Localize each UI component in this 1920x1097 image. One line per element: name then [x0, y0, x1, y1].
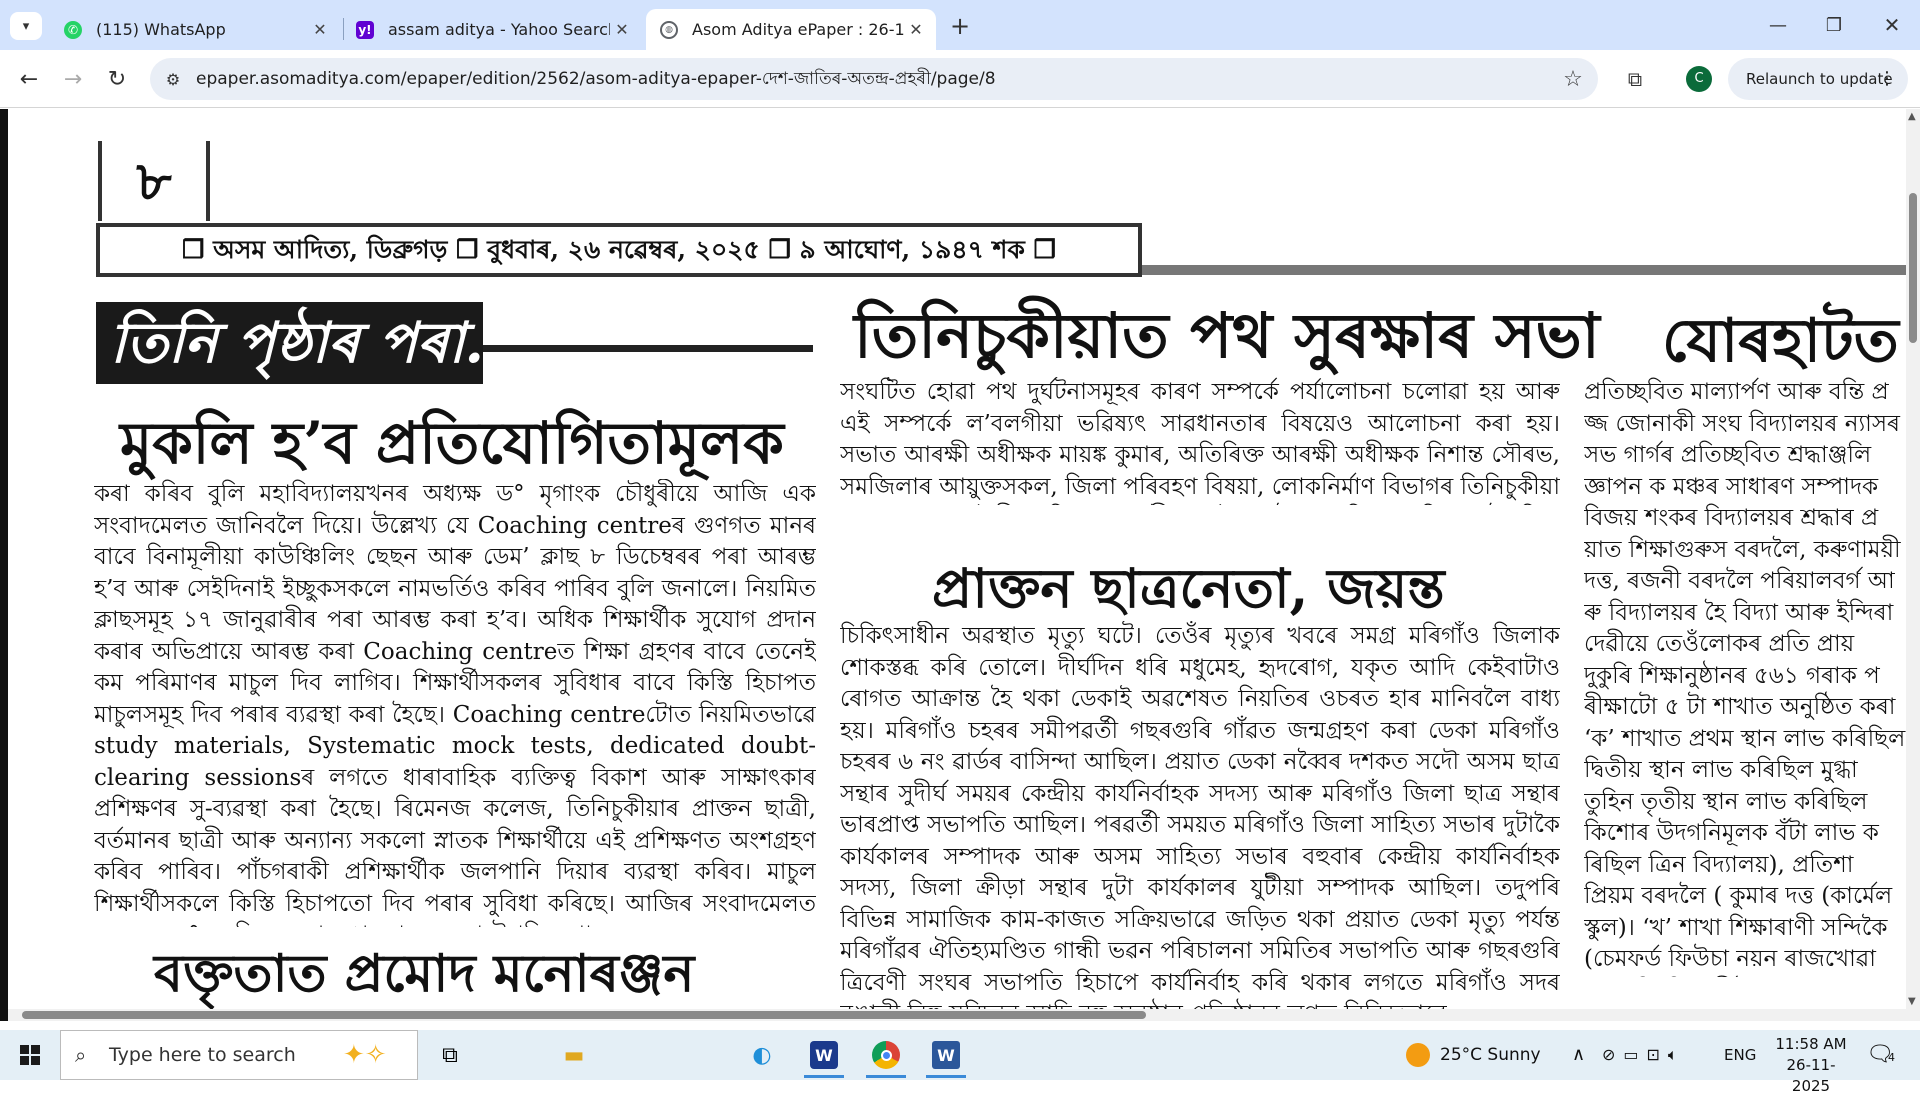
- windows-start-icon[interactable]: [10, 1038, 50, 1072]
- col2-body-2: চিকিৎসাধীন অৱস্থাত মৃত্যু ঘটে। তেওঁৰ মৃত…: [840, 623, 1560, 1009]
- word-icon[interactable]: W: [918, 1030, 974, 1080]
- search-icon: ⌕: [75, 1043, 87, 1067]
- windows-logo: [20, 1045, 40, 1065]
- epaper-page: ৮ ❒ অসম আদিত্য, ডিব্ৰুগড় ❒ বুধবাৰ, ২৬ ন…: [8, 109, 1906, 1009]
- close-window-icon[interactable]: ✕: [1866, 0, 1918, 50]
- tab-title: Asom Aditya ePaper : 26-11-20: [692, 20, 904, 39]
- globe-icon: ◍: [660, 20, 678, 39]
- relaunch-button[interactable]: Relaunch to update ⋮: [1728, 58, 1908, 100]
- col2-body: সংঘটিত হোৱা পথ দুৰ্ঘটনাসমূহৰ কাৰণ সম্পৰ্…: [840, 379, 1560, 500]
- show-hidden-icons[interactable]: ∧: [1572, 1030, 1585, 1080]
- weather-widget[interactable]: 25°C Sunny: [1406, 1030, 1541, 1080]
- notifications-icon[interactable]: 🗨︎4: [1866, 1030, 1895, 1080]
- task-view-icon[interactable]: ⧉: [422, 1030, 478, 1080]
- clock-time: 11:58 AM: [1775, 1035, 1847, 1053]
- profile-avatar[interactable]: C: [1686, 66, 1712, 92]
- page-viewport: ৮ ❒ অসম আদিত্য, ডিব্ৰুগড় ❒ বুধবাৰ, ২৬ ন…: [0, 109, 1920, 1021]
- tab-title: (115) WhatsApp: [96, 20, 226, 39]
- vertical-scrollbar[interactable]: ▲ ▼: [1906, 109, 1920, 1021]
- dateline: ❒ অসম আদিত্য, ডিব্ৰুগড় ❒ বুধবাৰ, ২৬ নৱে…: [96, 223, 1142, 277]
- viewer-left-edge: [0, 109, 8, 1021]
- close-tab-icon[interactable]: ✕: [904, 20, 928, 39]
- tab-whatsapp[interactable]: ✆ (115) WhatsApp ✕: [50, 9, 340, 50]
- scroll-down-arrow[interactable]: ▼: [1908, 996, 1916, 1007]
- file-explorer-icon[interactable]: ▬: [546, 1030, 602, 1080]
- scroll-up-arrow[interactable]: ▲: [1908, 111, 1916, 122]
- bookmark-star-icon[interactable]: ☆: [1558, 64, 1588, 94]
- clock[interactable]: 11:58 AM 26-11-2025: [1770, 1034, 1852, 1097]
- taskbar-search-box[interactable]: ⌕ Type here to search ✦✧: [60, 1030, 418, 1080]
- col3-body: প্ৰতিচ্ছবিত মাল্যাৰ্পণ আৰু বন্তি প্ৰজ্জ …: [1584, 379, 1906, 972]
- address-bar[interactable]: ⚙ epaper.asomaditya.com/epaper/edition/2…: [150, 58, 1598, 100]
- back-icon[interactable]: ←: [12, 62, 46, 96]
- vertical-scroll-thumb[interactable]: [1909, 193, 1917, 343]
- clock-date: 26-11-2025: [1786, 1056, 1836, 1095]
- edge-icon[interactable]: ◐: [734, 1030, 790, 1080]
- extensions-icon[interactable]: ⧉: [1618, 62, 1652, 96]
- sun-icon: [1406, 1043, 1430, 1067]
- minimize-icon[interactable]: —: [1752, 0, 1804, 50]
- horizontal-scroll-thumb[interactable]: [22, 1011, 1146, 1019]
- header-rule: [1142, 265, 1906, 275]
- more-menu-icon[interactable]: ⋮: [1878, 58, 1896, 100]
- sparkle-icon: ✦✧: [343, 1040, 387, 1070]
- new-tab-button[interactable]: +: [944, 12, 976, 40]
- col1-headline-2: বক্তৃতাত প্ৰমোদ মনোৰঞ্জন: [154, 943, 695, 1004]
- horizontal-scrollbar[interactable]: [8, 1009, 1906, 1021]
- search-placeholder: Type here to search: [109, 1044, 296, 1066]
- page-number: ৮: [98, 141, 210, 221]
- col1-body: কৰা কৰিব বুলি মহাবিদ্যালয়খনৰ অধ্যক্ষ ড°…: [94, 481, 816, 927]
- continued-banner: তিনি পৃষ্ঠাৰ পৰা...: [96, 302, 523, 384]
- language-indicator[interactable]: ENG: [1724, 1030, 1756, 1080]
- tab-asom-aditya[interactable]: ◍ Asom Aditya ePaper : 26-11-20 ✕: [646, 9, 936, 50]
- weather-text: 25°C Sunny: [1440, 1045, 1541, 1065]
- tab-search-icon[interactable]: ▾: [10, 12, 42, 40]
- chrome-icon[interactable]: [858, 1030, 914, 1080]
- restore-icon[interactable]: ❐: [1808, 0, 1860, 50]
- close-tab-icon[interactable]: ✕: [610, 20, 634, 39]
- tab-title: assam aditya - Yahoo Search Re: [388, 20, 610, 39]
- tab-strip: ▾ ✆ (115) WhatsApp ✕ y! assam aditya - Y…: [0, 0, 1920, 50]
- close-tab-icon[interactable]: ✕: [308, 20, 332, 39]
- chrome-glyph: [872, 1041, 900, 1069]
- reload-icon[interactable]: ↻: [100, 62, 134, 96]
- w-app-glyph: W: [810, 1041, 838, 1069]
- word-glyph: W: [932, 1041, 960, 1069]
- tray-icons[interactable]: ⊘▭⊡🔈︎: [1602, 1030, 1686, 1080]
- banner-rule: [483, 345, 813, 352]
- forward-icon[interactable]: →: [56, 62, 90, 96]
- notification-count: 4: [1887, 1051, 1895, 1064]
- url-text: epaper.asomaditya.com/epaper/edition/256…: [196, 69, 996, 89]
- yahoo-icon: y!: [356, 20, 374, 39]
- app-w-icon[interactable]: W: [796, 1030, 852, 1080]
- browser-toolbar: ← → ↻ ⚙ epaper.asomaditya.com/epaper/edi…: [0, 50, 1920, 108]
- windows-taskbar: ⌕ Type here to search ✦✧ ⧉ ▬ ◐ W W 25°C …: [0, 1030, 1920, 1095]
- tab-yahoo[interactable]: y! assam aditya - Yahoo Search Re ✕: [342, 9, 642, 50]
- relaunch-label: Relaunch to update: [1746, 70, 1893, 88]
- site-info-icon[interactable]: ⚙: [160, 66, 186, 92]
- whatsapp-icon: ✆: [64, 20, 82, 39]
